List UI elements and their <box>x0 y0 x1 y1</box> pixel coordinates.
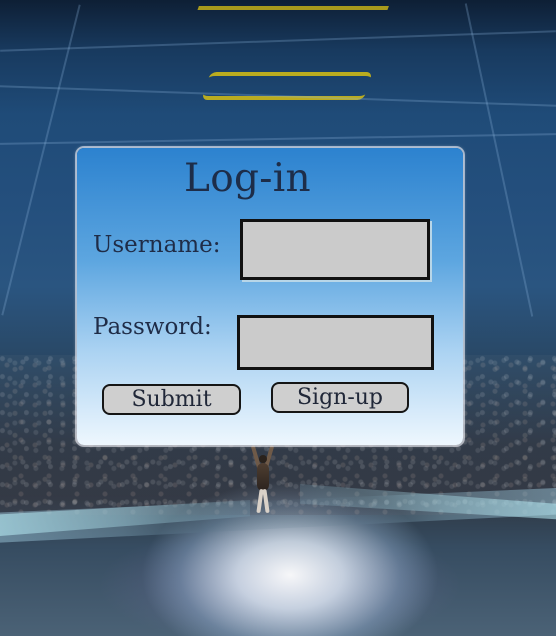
stadium-light-ring-top <box>193 6 389 22</box>
username-label: Username: <box>93 232 221 258</box>
roof-beam-3 <box>0 133 556 145</box>
signup-button[interactable]: Sign-up <box>271 382 409 413</box>
password-label: Password: <box>93 314 212 340</box>
roof-beam-5 <box>464 3 534 317</box>
performer-right-leg <box>262 488 270 514</box>
password-input[interactable] <box>237 315 434 370</box>
submit-button[interactable]: Submit <box>102 384 241 415</box>
performer-body <box>257 463 269 491</box>
performer-head <box>259 455 267 463</box>
username-input[interactable] <box>240 219 430 280</box>
login-title: Log-in <box>184 156 311 201</box>
login-page: Log-in Username: Password: Submit Sign-u… <box>0 0 556 636</box>
stage-performer <box>250 444 275 521</box>
